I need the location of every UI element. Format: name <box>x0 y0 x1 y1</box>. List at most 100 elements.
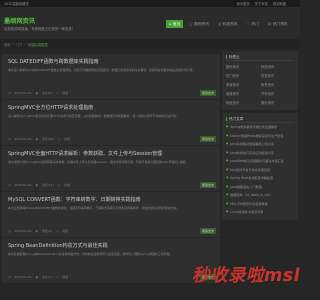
hot-article-item[interactable]: ● Java新特性与实际应用经验分享 <box>226 149 294 158</box>
article-excerpt: 本文深入解析SQL中的DATEDIFF函数以及其用法，对比不同数据库的实现差异，… <box>8 68 196 72</box>
nav-item-label: 热门 <box>251 22 259 26</box>
folder-icon: ▭ <box>57 137 61 141</box>
sidebar: 标签云 数码资讯 科技资讯 热门资讯 旅游资讯 美食资讯 教育资讯 健康资讯 汽车资讯 财经资讯… <box>222 51 298 223</box>
breadcrumb: 首页 › 门户 › 前端后端数据 <box>4 42 48 47</box>
hot-article-title: Java新特性与实际应用经验分享 <box>230 150 274 155</box>
article-tag[interactable]: 综合 <box>64 137 70 141</box>
tag-list: 数码资讯 科技资讯 热门资讯 旅游资讯 美食资讯 教育资讯 健康资讯 汽车资讯 财经资讯 娱乐资讯 <box>226 61 294 107</box>
article-meta: ◷ 2025-04-29 ◉ 浏览(9) ▭ 综合 <box>8 229 68 233</box>
tag-link[interactable]: 数码资讯 <box>226 63 259 71</box>
hot-article-list: ● Spring框架事务管理方式全面解析 ● Docker部署Redis缓存实战与生产… <box>226 123 294 217</box>
nav-item-label: 数码资讯 <box>194 22 209 26</box>
article-tag[interactable]: 综合 <box>63 275 69 279</box>
hot-article-item[interactable]: ● Linux常用命令速查手册 <box>226 208 294 217</box>
hot-article-title: Mac JDK配置环境变量教程 <box>230 201 268 206</box>
tag-link[interactable]: 科技资讯 <box>261 63 294 71</box>
watermark-text: 秒收录啦msl <box>192 266 301 286</box>
eye-icon: ◉ <box>35 183 38 187</box>
tag-cloud-widget: 标签云 数码资讯 科技资讯 热门资讯 旅游资讯 美食资讯 教育资讯 健康资讯 汽车资讯 财经资讯… <box>222 51 298 110</box>
hot-article-item[interactable]: ● Vue组件开发与状态管理实践 <box>226 166 294 175</box>
tag-link[interactable]: 热门资讯 <box>226 72 259 80</box>
folder-icon: ▭ <box>55 91 59 95</box>
article-title[interactable]: SpringMVC全方位HTTP请求处理指南 <box>8 104 214 111</box>
eye-icon: ◉ <box>35 229 38 233</box>
read-more-button[interactable]: 阅读全文 <box>199 182 216 188</box>
folder-icon: ▭ <box>55 275 59 279</box>
nav-item[interactable]: ▢ 数码资讯 <box>186 20 212 28</box>
tag-link[interactable]: 教育资讯 <box>261 81 294 89</box>
hot-article-item[interactable]: ● 数据结构（hc_table_lo_mo） <box>226 191 294 200</box>
nav-item[interactable]: ☺ 热门资讯 <box>265 20 291 28</box>
clock-icon: ◷ <box>8 91 11 95</box>
tablet-icon: ▢ <box>189 22 193 26</box>
eye-icon: ◉ <box>35 91 38 95</box>
user-icon: ☺ <box>267 22 272 26</box>
site-header: 墨纲网资讯 实现各领域报道，专属网盘占记录的一体信息！ ⌂ 首页 ▢ 数码资讯 ◫ 科技资… <box>0 7 300 39</box>
article-date: 2025-04-29 <box>14 91 32 95</box>
tag-link[interactable]: 旅游资讯 <box>261 72 294 80</box>
eye-icon: ◉ <box>35 275 38 279</box>
article-date: 2025-04-29 <box>14 275 32 279</box>
read-more-button[interactable]: 阅读全文 <box>199 90 216 96</box>
article-title[interactable]: Spring BeanDefinition构造方式与最佳实践 <box>8 242 214 249</box>
hot-article-item[interactable]: ● Spring Boot常用配置详解指南 <box>226 174 294 183</box>
nav-item[interactable]: ♡ 热门 <box>243 20 261 28</box>
bullet-icon: ● <box>226 210 229 213</box>
hot-article-item[interactable]: ● Java多线程并发编程核心知识点 <box>226 140 294 149</box>
clock-icon: ◷ <box>8 183 11 187</box>
widget-title: 热门文章 <box>226 115 294 123</box>
sitemap-link[interactable]: 网站地图 <box>273 1 286 6</box>
main-nav: ⌂ 首页 ▢ 数码资讯 ◫ 科技资讯 ♡ 热门 ☺ 热门资讯 <box>166 20 291 28</box>
bullet-icon: ● <box>226 176 229 179</box>
read-more-button[interactable]: 阅读全文 <box>199 136 216 142</box>
hot-article-item[interactable]: ● Docker部署Redis缓存实战与生产配置 <box>226 132 294 141</box>
article-tag[interactable]: 综合 <box>63 91 69 95</box>
article-excerpt: 本文系统梳理Spring中BeanDefinition的多种构造方式，分析各自适… <box>8 252 173 256</box>
hot-article-item[interactable]: ● Mac JDK配置环境变量教程 <box>226 200 294 209</box>
top-links: 设为首页 关于本站 网站地图 <box>236 1 286 6</box>
article-views: 浏览(10) <box>41 137 54 141</box>
breadcrumb-bar: 首页 › 门户 › 前端后端数据 <box>0 39 300 49</box>
tag-link[interactable]: 娱乐资讯 <box>261 99 294 107</box>
hot-article-title: Vue组件开发与状态管理实践 <box>230 167 271 172</box>
nav-item[interactable]: ⌂ 首页 <box>166 20 184 28</box>
breadcrumb-portal[interactable]: 门户 <box>16 42 23 47</box>
article-meta: ◷ 2025-04-29 ◉ 浏览(4) ▭ 综合 <box>8 91 68 95</box>
clock-icon: ◷ <box>8 137 11 141</box>
heart-icon: ♡ <box>246 22 250 26</box>
tag-link[interactable]: 财经资讯 <box>226 99 259 107</box>
article-excerpt: 深入解析SpringMVC框架如何处理HTTP请求与响应流程，从控制器映射、参数… <box>8 114 179 118</box>
article-title[interactable]: SpringMVC全面HTTP请求解析：参数获取、文件上传与Session管理 <box>8 150 214 157</box>
article-title[interactable]: MySQL CONVERT函数：字符串转数字、日期转换实践指南 <box>8 196 214 203</box>
article-card: SpringMVC全面HTTP请求解析：参数获取、文件上传与Session管理本… <box>2 146 220 191</box>
bullet-icon: ● <box>226 150 229 154</box>
nav-item[interactable]: ◫ 科技资讯 <box>215 20 241 28</box>
about-link[interactable]: 关于本站 <box>255 1 268 6</box>
hot-article-item[interactable]: ● Java编程语言入门教程 <box>226 183 294 192</box>
breadcrumb-home[interactable]: 首页 <box>4 42 11 47</box>
tag-link[interactable]: 汽车资讯 <box>261 90 294 98</box>
accent-bar <box>226 116 227 121</box>
article-tag[interactable]: 综合 <box>64 183 70 187</box>
hot-article-title: Java编程语言入门教程 <box>230 184 262 189</box>
hot-article-item[interactable]: ● Spring框架事务管理方式全面解析 <box>226 123 294 132</box>
hot-article-item[interactable]: ● JavaWeb常见问题解析与解决方案汇总 <box>226 157 294 166</box>
set-homepage-link[interactable]: 设为首页 <box>236 1 249 6</box>
bullet-icon: ● <box>226 193 229 196</box>
bullet-icon: ● <box>226 159 229 162</box>
top-bar: 2020温馨网格式 设为首页 关于本站 网站地图 <box>0 0 300 7</box>
chip-icon: ◫ <box>217 22 222 26</box>
read-more-button[interactable]: 阅读全文 <box>199 228 216 234</box>
site-logo[interactable]: 墨纲网资讯 <box>4 16 35 25</box>
article-meta: ◷ 2025-04-29 ◉ 浏览(10) ▭ 综合 <box>8 137 70 141</box>
article-meta: ◷ 2025-04-29 ◉ 浏览(7) ▭ 综合 <box>8 275 68 279</box>
article-date: 2025-04-29 <box>14 183 32 187</box>
tag-link[interactable]: 健康资讯 <box>226 90 259 98</box>
article-title[interactable]: SQL DATEDIFF函数与跨数据库实践指南 <box>8 58 214 65</box>
tag-link[interactable]: 美食资讯 <box>226 81 259 89</box>
nav-item-label: 科技资讯 <box>222 22 238 26</box>
article-tag[interactable]: 综合 <box>63 229 69 233</box>
hot-article-title: Spring Boot常用配置详解指南 <box>230 176 274 180</box>
article-excerpt: 本文全面讲解MySQL中CONVERT函数的用法，包括字符串转数字、日期格式转换… <box>8 206 180 210</box>
article-meta: ◷ 2025-04-29 ◉ 浏览(11) ▭ 综合 <box>8 183 70 187</box>
